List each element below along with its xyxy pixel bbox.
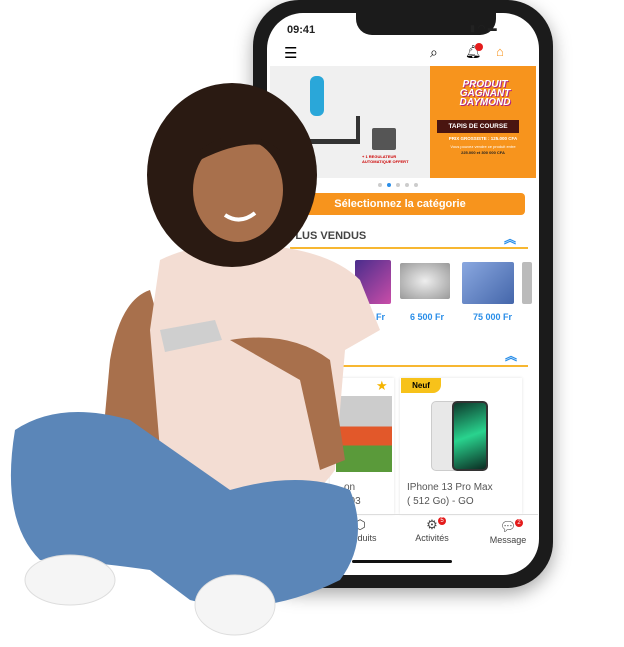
right-sneaker xyxy=(194,574,276,636)
woman-photo xyxy=(10,83,380,636)
left-sneaker xyxy=(24,554,116,606)
